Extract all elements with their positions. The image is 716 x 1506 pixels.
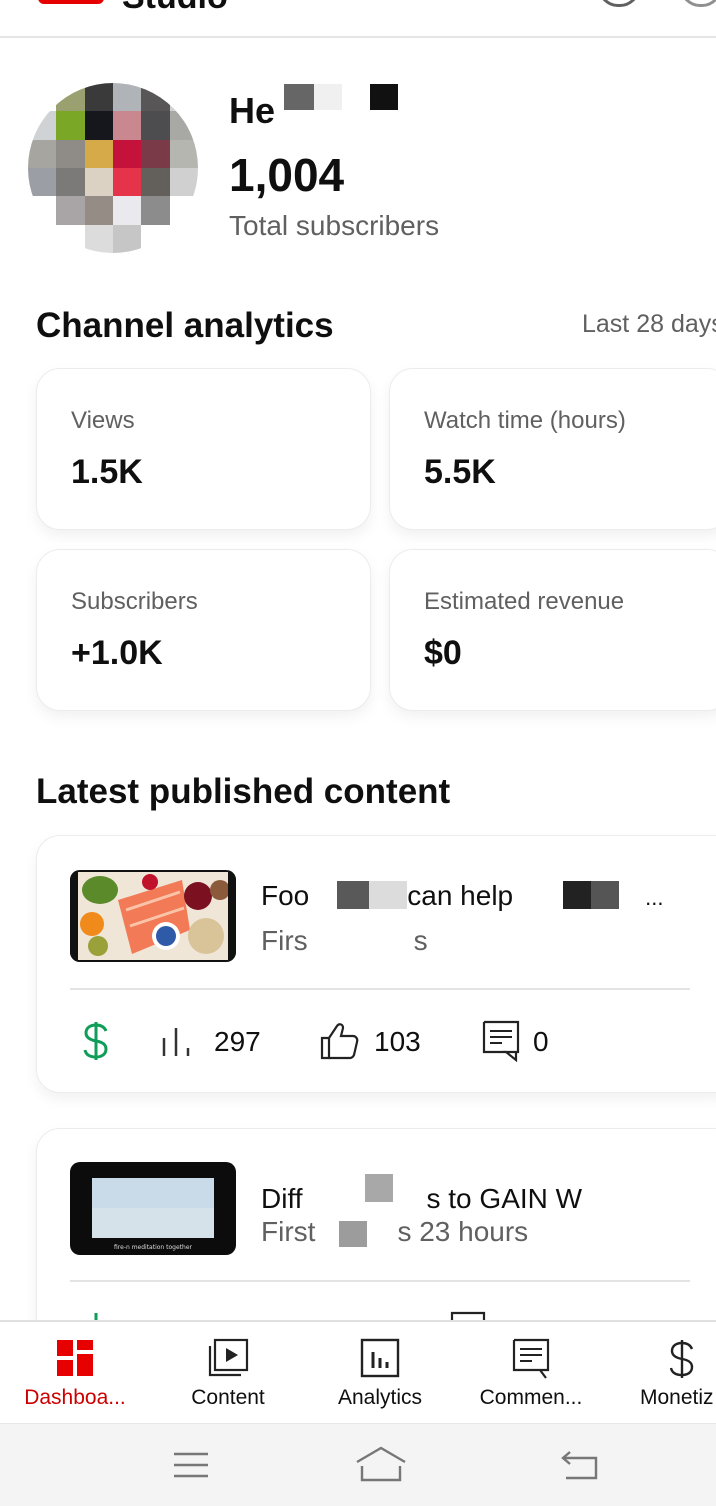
comments-icon[interactable] xyxy=(482,1020,520,1067)
redaction-block xyxy=(284,84,314,110)
nav-label: Content xyxy=(191,1386,265,1409)
video-subtitle-part: First xyxy=(261,1216,316,1247)
redaction-block xyxy=(563,881,592,909)
metric-label: Estimated revenue xyxy=(424,588,625,615)
video-title[interactable]: Diff s to GAIN W xyxy=(261,1174,582,1215)
analytics-section-title: Channel analytics xyxy=(36,306,334,345)
video-subtitle-part: s xyxy=(413,925,428,956)
redaction-block xyxy=(369,881,408,909)
dashboard-icon xyxy=(55,1338,95,1383)
video-title-part: Diff xyxy=(261,1183,303,1214)
video-title-part: Foo xyxy=(261,880,310,911)
channel-avatar[interactable] xyxy=(28,83,198,253)
video-subtitle: First s 23 hours xyxy=(261,1216,528,1248)
subscriber-count: 1,004 xyxy=(229,149,345,201)
revenue-dollar-icon xyxy=(82,1020,110,1067)
redaction-block xyxy=(591,881,620,909)
nav-label: Monetiz xyxy=(640,1386,714,1409)
help-icon[interactable] xyxy=(598,0,640,7)
metric-card-revenue[interactable]: Estimated revenue $0 xyxy=(389,549,716,711)
video-title-part: ... xyxy=(645,885,664,910)
home-icon[interactable] xyxy=(354,1444,408,1489)
metric-card-watch-time[interactable]: Watch time (hours) 5.5K xyxy=(389,368,716,530)
metric-label: Views xyxy=(71,407,135,434)
studio-logo-icon[interactable] xyxy=(38,0,104,4)
thumbs-up-icon[interactable] xyxy=(320,1022,360,1065)
recents-menu-icon[interactable] xyxy=(172,1448,210,1487)
subscriber-label: Total subscribers xyxy=(229,210,440,241)
video-subtitle: Firs s xyxy=(261,925,428,957)
analytics-icon xyxy=(360,1338,400,1383)
thumbnail-caption: fire-n meditation together xyxy=(114,1244,192,1251)
content-icon xyxy=(207,1338,249,1383)
account-icon[interactable] xyxy=(680,0,716,7)
redaction-block xyxy=(364,1174,393,1202)
app-title: Studio xyxy=(122,0,228,17)
system-navigation-bar xyxy=(0,1423,716,1506)
metric-value: 1.5K xyxy=(71,453,143,491)
metric-value: 5.5K xyxy=(424,453,496,491)
views-count: 297 xyxy=(214,1026,261,1057)
nav-label: Commen... xyxy=(479,1386,583,1409)
nav-item-analytics[interactable]: Analytics xyxy=(305,1322,455,1425)
nav-item-monetization[interactable]: Monetiz xyxy=(614,1322,716,1425)
channel-name: He xyxy=(229,90,276,131)
nav-item-comments[interactable]: Commen... xyxy=(456,1322,606,1425)
divider xyxy=(70,1280,690,1282)
metric-value: $0 xyxy=(424,634,462,672)
divider xyxy=(70,988,690,990)
monetization-icon xyxy=(668,1338,696,1385)
video-thumbnail[interactable] xyxy=(70,870,236,962)
comments-icon xyxy=(512,1338,550,1385)
video-subtitle-part: s 23 hours xyxy=(397,1216,529,1247)
comments-count: 0 xyxy=(533,1026,549,1057)
top-app-bar: Studio xyxy=(0,0,716,38)
content-section-title: Latest published content xyxy=(36,772,451,811)
nav-label: Dashboa... xyxy=(24,1386,126,1409)
nav-item-content[interactable]: Content xyxy=(153,1322,303,1425)
redaction-block xyxy=(370,84,398,110)
metric-card-subscribers[interactable]: Subscribers +1.0K xyxy=(36,549,371,711)
back-icon[interactable] xyxy=(560,1448,600,1487)
metric-card-views[interactable]: Views 1.5K xyxy=(36,368,371,530)
nav-label: Analytics xyxy=(337,1386,423,1409)
video-title-part: can help xyxy=(407,880,514,911)
metric-value: +1.0K xyxy=(71,634,163,672)
views-bars-icon xyxy=(160,1026,196,1063)
likes-count: 103 xyxy=(374,1026,421,1057)
metric-label: Subscribers xyxy=(71,588,198,615)
redaction-block xyxy=(314,84,342,110)
video-title-part: s to GAIN W xyxy=(426,1183,583,1214)
bottom-navigation: Dashboa... Content Analytics Commen... M… xyxy=(0,1320,716,1425)
nav-item-dashboard[interactable]: Dashboa... xyxy=(0,1322,150,1425)
video-thumbnail[interactable]: fire-n meditation together xyxy=(70,1162,236,1255)
redaction-block xyxy=(337,881,370,909)
analytics-range[interactable]: Last 28 days xyxy=(582,310,716,339)
video-title[interactable]: Foo can help... xyxy=(261,880,663,912)
redaction-block xyxy=(339,1221,368,1247)
video-subtitle-part: Firs xyxy=(261,925,308,956)
metric-label: Watch time (hours) xyxy=(424,407,626,434)
